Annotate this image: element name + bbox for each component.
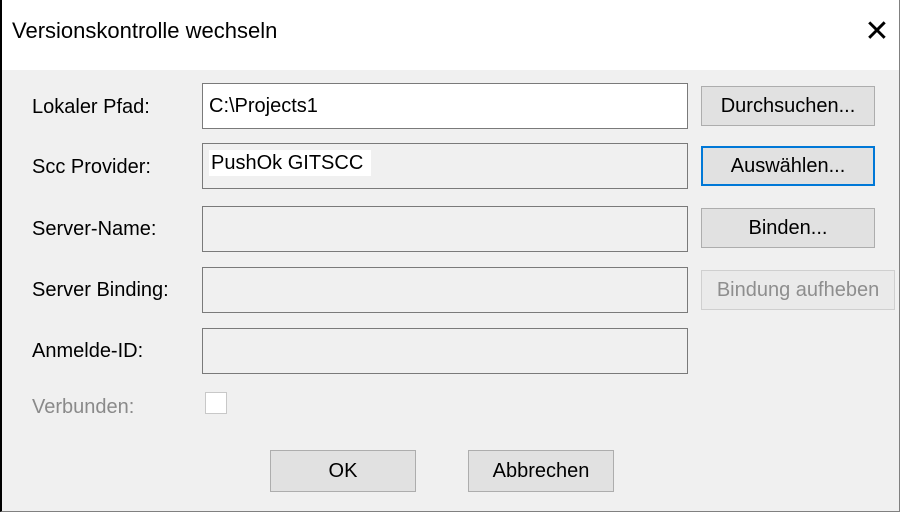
server-name-field [202, 206, 688, 252]
cancel-button[interactable]: Abbrechen [468, 450, 614, 492]
connected-label: Verbunden: [32, 396, 135, 418]
select-provider-button[interactable]: Auswählen... [701, 146, 875, 186]
login-id-label: Anmelde-ID: [32, 340, 144, 362]
browse-button[interactable]: Durchsuchen... [701, 86, 875, 126]
server-binding-label: Server Binding: [32, 279, 169, 301]
close-icon[interactable]: ✕ [859, 14, 895, 50]
connected-checkbox[interactable] [205, 392, 227, 414]
scc-provider-field: PushOk GITSCC [202, 143, 688, 189]
server-name-label: Server-Name: [32, 218, 157, 240]
unbind-button[interactable]: Bindung aufheben [701, 270, 895, 310]
scc-provider-value: PushOk GITSCC [209, 150, 372, 176]
bind-button[interactable]: Binden... [701, 208, 875, 248]
local-path-input[interactable] [202, 83, 688, 129]
login-id-field [202, 328, 688, 374]
ok-button[interactable]: OK [270, 450, 416, 492]
server-binding-field [202, 267, 688, 313]
local-path-label: Lokaler Pfad: [32, 96, 150, 118]
dialog-title: Versionskontrolle wechseln [12, 18, 278, 43]
version-control-dialog: Versionskontrolle wechseln ✕ Lokaler Pfa… [0, 0, 900, 512]
scc-provider-label: Scc Provider: [32, 156, 151, 178]
title-bar: Versionskontrolle wechseln ✕ [2, 0, 899, 70]
